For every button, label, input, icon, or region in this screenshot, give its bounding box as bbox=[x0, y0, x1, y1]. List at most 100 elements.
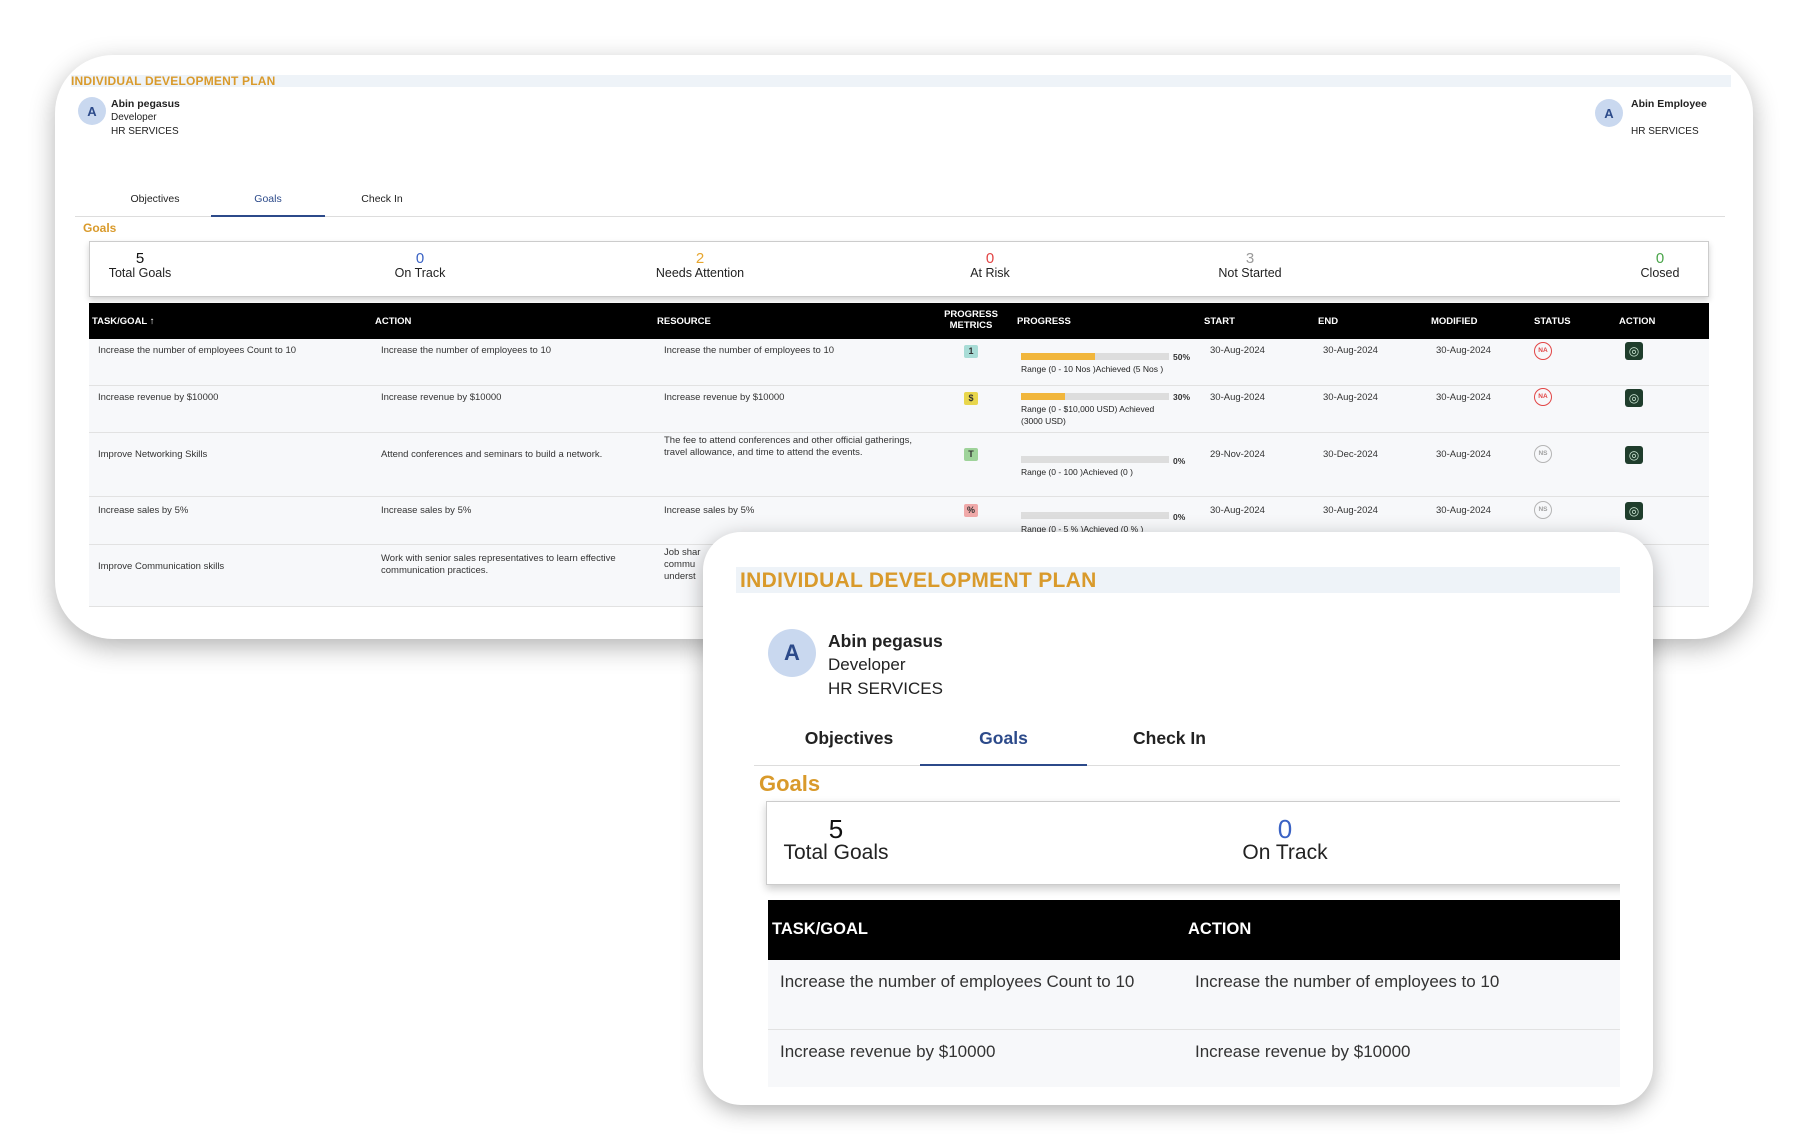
status-ns-icon: NS bbox=[1534, 445, 1552, 463]
col-progress[interactable]: PROGRESS bbox=[1017, 316, 1071, 327]
summary-on-track[interactable]: 0 On Track bbox=[1223, 816, 1347, 864]
cell-end: 30-Aug-2024 bbox=[1323, 345, 1378, 356]
target-icon[interactable]: ◎ bbox=[1625, 389, 1643, 407]
tab-goals[interactable]: Goals bbox=[920, 728, 1087, 766]
summary-total-goals[interactable]: 5 Total Goals bbox=[781, 816, 891, 864]
cell-end: 30-Aug-2024 bbox=[1323, 392, 1378, 403]
sort-arrow-icon[interactable]: ↑ bbox=[150, 316, 155, 327]
cell-action: Work with senior sales representatives t… bbox=[381, 553, 616, 576]
table-row[interactable]: Increase the number of employees Count t… bbox=[768, 960, 1620, 1030]
summary-value: 0 bbox=[1277, 814, 1293, 844]
cell-action: Attend conferences and seminars to build… bbox=[381, 449, 603, 460]
cell-modified: 30-Aug-2024 bbox=[1436, 345, 1491, 356]
cell-start: 29-Nov-2024 bbox=[1210, 449, 1265, 460]
tab-bar: Objectives Goals Check In bbox=[754, 722, 1620, 766]
tab-check-in[interactable]: Check In bbox=[1086, 728, 1253, 766]
progress-range: Range (0 - 100 )Achieved (0 ) bbox=[1021, 467, 1133, 477]
cell-modified: 30-Aug-2024 bbox=[1436, 505, 1491, 516]
summary-needs-attention[interactable]: 2 Needs Attention bbox=[620, 250, 780, 280]
cell-resource: Job shar commu underst bbox=[664, 547, 701, 582]
cell-end: 30-Aug-2024 bbox=[1323, 505, 1378, 516]
employee-department: HR SERVICES bbox=[111, 126, 179, 137]
employee-department: HR SERVICES bbox=[828, 679, 943, 698]
tab-check-in[interactable]: Check In bbox=[325, 193, 439, 217]
col-start[interactable]: START bbox=[1204, 316, 1235, 327]
col-task-goal[interactable]: TASK/GOAL bbox=[772, 920, 868, 939]
col-end[interactable]: END bbox=[1318, 316, 1338, 327]
summary-value: 0 bbox=[1655, 250, 1665, 267]
progress-bar bbox=[1021, 353, 1169, 360]
table-row[interactable]: Increase revenue by $10000 Increase reve… bbox=[768, 1030, 1620, 1087]
progress-bar bbox=[1021, 393, 1169, 400]
goals-section-title: Goals bbox=[83, 221, 117, 235]
progress-range: Range (0 - 10 Nos )Achieved (5 Nos ) bbox=[1021, 364, 1164, 374]
manager-info: Abin Employee HR SERVICES bbox=[1631, 97, 1707, 139]
status-na-icon: NA bbox=[1534, 388, 1552, 406]
page-header: INDIVIDUAL DEVELOPMENT PLAN bbox=[71, 75, 1731, 87]
col-modified[interactable]: MODIFIED bbox=[1431, 316, 1477, 327]
col-status[interactable]: STATUS bbox=[1534, 316, 1571, 327]
employee-info: Abin pegasus Developer HR SERVICES bbox=[111, 97, 180, 139]
cell-action: Increase revenue by $10000 bbox=[1195, 1042, 1411, 1061]
target-icon[interactable]: ◎ bbox=[1625, 502, 1643, 520]
col-progress-metrics[interactable]: PROGRESS METRICS bbox=[941, 309, 1001, 331]
tab-objectives[interactable]: Objectives bbox=[754, 728, 944, 766]
table-row[interactable]: Increase revenue by $10000 Increase reve… bbox=[89, 386, 1709, 433]
zoomed-screenshot-card: INDIVIDUAL DEVELOPMENT PLAN A Abin pegas… bbox=[703, 532, 1653, 1105]
cell-task: Increase revenue by $10000 bbox=[98, 392, 219, 403]
employee-name: Abin pegasus bbox=[828, 631, 943, 651]
summary-value: 5 bbox=[135, 250, 145, 267]
cell-resource: Increase the number of employees to 10 bbox=[664, 345, 835, 356]
manager-department: HR SERVICES bbox=[1631, 126, 1699, 137]
metric-text-icon: T bbox=[964, 448, 978, 461]
summary-total-goals[interactable]: 5 Total Goals bbox=[100, 250, 180, 280]
cell-start: 30-Aug-2024 bbox=[1210, 505, 1265, 516]
summary-value: 5 bbox=[828, 814, 844, 844]
table-row[interactable]: Increase the number of employees Count t… bbox=[89, 339, 1709, 386]
employee-avatar: A bbox=[78, 97, 106, 125]
summary-label: Not Started bbox=[1218, 266, 1282, 280]
manager-name: Abin Employee bbox=[1631, 98, 1707, 110]
metric-currency-icon: $ bbox=[964, 392, 978, 405]
table-row[interactable]: Improve Networking Skills Attend confere… bbox=[89, 433, 1709, 497]
summary-not-started[interactable]: 3 Not Started bbox=[1180, 250, 1320, 280]
progress-percent: 0% bbox=[1173, 512, 1186, 522]
tab-goals[interactable]: Goals bbox=[211, 193, 325, 217]
cell-action: Increase the number of employees to 10 bbox=[1195, 972, 1500, 991]
summary-at-risk[interactable]: 0 At Risk bbox=[940, 250, 1040, 280]
progress-fill bbox=[1021, 393, 1066, 400]
tab-objectives[interactable]: Objectives bbox=[98, 193, 212, 217]
progress-range: Range (0 - $10,000 USD) Achieved (3000 U… bbox=[1021, 404, 1155, 426]
progress-bar bbox=[1021, 456, 1169, 463]
goals-section-title: Goals bbox=[759, 771, 821, 796]
status-ns-icon: NS bbox=[1534, 501, 1552, 519]
cell-start: 30-Aug-2024 bbox=[1210, 345, 1265, 356]
summary-value: 0 bbox=[985, 250, 995, 267]
cell-resource: Increase sales by 5% bbox=[664, 505, 755, 516]
cell-resource: The fee to attend conferences and other … bbox=[664, 435, 913, 458]
metric-count-icon: 1 bbox=[964, 345, 978, 358]
summary-value: 3 bbox=[1245, 250, 1255, 267]
summary-value: 2 bbox=[695, 250, 705, 267]
target-icon[interactable]: ◎ bbox=[1625, 342, 1643, 360]
cell-modified: 30-Aug-2024 bbox=[1436, 392, 1491, 403]
cell-end: 30-Dec-2024 bbox=[1323, 449, 1378, 460]
summary-label: Closed bbox=[1640, 266, 1680, 280]
summary-closed[interactable]: 0 Closed bbox=[1620, 250, 1700, 280]
cell-resource: Increase revenue by $10000 bbox=[664, 392, 785, 403]
summary-value: 0 bbox=[415, 250, 425, 267]
col-action[interactable]: ACTION bbox=[375, 316, 411, 327]
summary-on-track[interactable]: 0 On Track bbox=[360, 250, 480, 280]
target-icon[interactable]: ◎ bbox=[1625, 446, 1643, 464]
status-na-icon: NA bbox=[1534, 342, 1552, 360]
table-header: TASK/GOAL ↑ ACTION RESOURCE PROGRESS METR… bbox=[89, 303, 1709, 339]
col-task-goal[interactable]: TASK/GOAL ↑ bbox=[92, 316, 154, 327]
goals-summary: 5 Total Goals 0 On Track bbox=[766, 801, 1620, 885]
employee-avatar: A bbox=[768, 629, 816, 677]
col-row-action[interactable]: ACTION bbox=[1619, 316, 1655, 327]
col-resource[interactable]: RESOURCE bbox=[657, 316, 711, 327]
cell-task: Improve Communication skills bbox=[98, 561, 225, 572]
cell-action: Increase revenue by $10000 bbox=[381, 392, 502, 403]
cell-action: Increase sales by 5% bbox=[381, 505, 472, 516]
col-action[interactable]: ACTION bbox=[1188, 920, 1251, 939]
